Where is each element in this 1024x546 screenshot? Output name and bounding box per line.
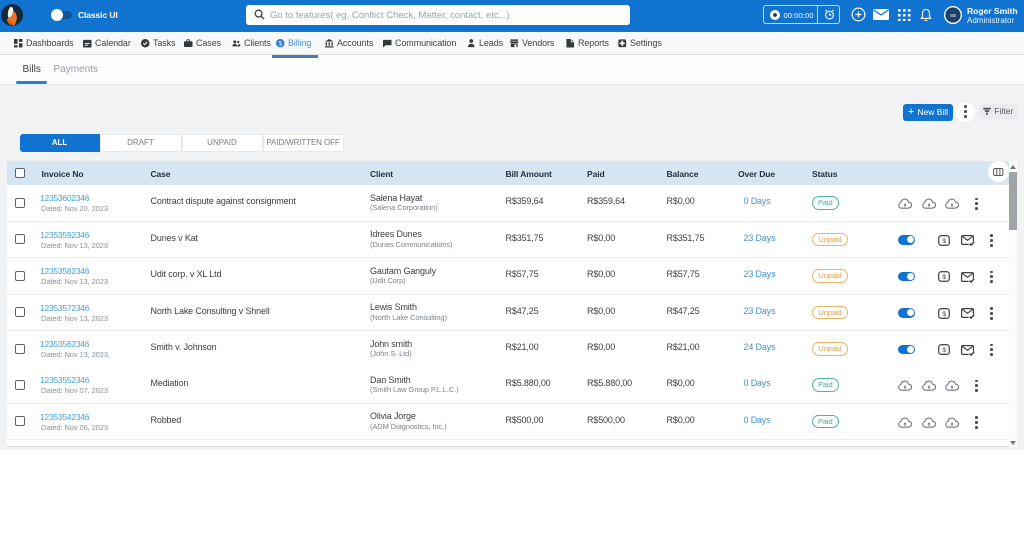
svg-text:$: $ bbox=[942, 311, 946, 318]
svg-text:$: $ bbox=[942, 274, 946, 281]
svg-text:SB: SB bbox=[949, 13, 955, 18]
svg-text:$: $ bbox=[942, 347, 946, 354]
svg-text:$: $ bbox=[279, 40, 283, 47]
svg-text:$: $ bbox=[942, 238, 946, 245]
